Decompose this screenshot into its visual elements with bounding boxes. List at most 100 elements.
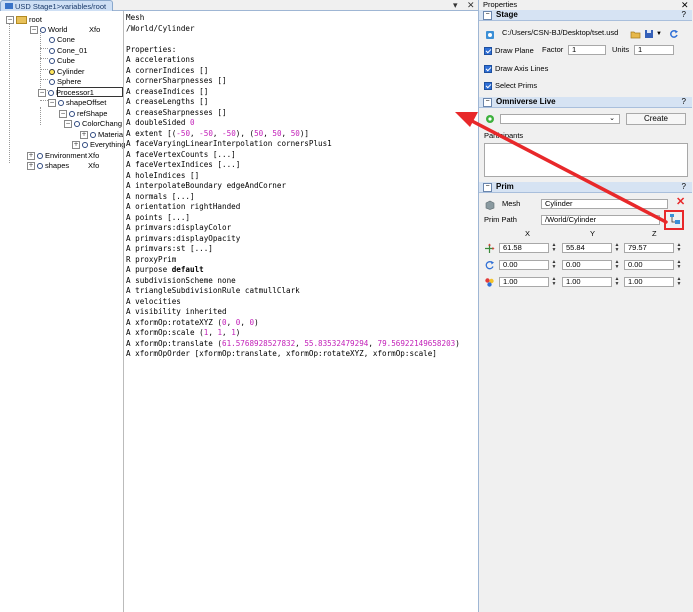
properties-close-icon[interactable]: ✕	[681, 0, 689, 10]
tree-item-label: root	[29, 15, 42, 24]
tree-item-colorchang[interactable]: − ColorChang	[64, 119, 122, 129]
collapse-toggle-icon[interactable]: −	[59, 110, 67, 118]
tree-item-type-suffix: Xfo	[89, 25, 101, 34]
copy-path-icon[interactable]	[669, 213, 681, 225]
select-prims-label: Select Prims	[495, 81, 538, 90]
tree-item-cube[interactable]: Cube	[49, 56, 75, 66]
save-icon[interactable]	[644, 29, 654, 39]
omniverse-section-header[interactable]: − Omniverse Live ?	[479, 97, 692, 108]
tree-item-label: Everything	[90, 140, 126, 149]
help-icon[interactable]: ?	[682, 10, 686, 20]
prim-icon	[74, 121, 80, 127]
property-line: Mesh	[126, 13, 145, 22]
select-prims-row[interactable]: Select Prims	[484, 81, 537, 91]
rotate-z-input[interactable]: 0.00	[624, 260, 674, 270]
prim-name-input[interactable]: Cylinder	[541, 199, 668, 209]
draw-plane-label: Draw Plane	[495, 46, 534, 55]
spin-arrows-icon[interactable]: ▲ ▼	[551, 260, 557, 270]
tree-item-label: Cone_01	[57, 46, 88, 55]
translate-x-input[interactable]: 61.58	[499, 243, 549, 253]
prim-icon	[69, 111, 75, 117]
select-prims-checkbox[interactable]	[484, 82, 492, 90]
spin-arrows-icon[interactable]: ▲ ▼	[676, 277, 682, 287]
tree-item-cone_01[interactable]: Cone_01	[49, 46, 87, 56]
chevron-down-icon: ⌄	[609, 115, 615, 122]
collapse-toggle-icon[interactable]: −	[38, 89, 46, 97]
close-tab-icon[interactable]: ✕	[467, 0, 475, 10]
collapse-toggle-icon[interactable]: −	[64, 120, 72, 128]
scale-z-input[interactable]: 1.00	[624, 277, 674, 287]
spin-arrows-icon[interactable]: ▲ ▼	[614, 243, 620, 253]
prim-icon	[49, 58, 55, 64]
tree-item-shapeoffset[interactable]: − shapeOffset	[48, 98, 106, 108]
property-line: A xformOpOrder [xformOp:translate, xform…	[126, 349, 437, 358]
property-line: A creaseLengths []	[126, 97, 209, 106]
participants-list[interactable]	[484, 143, 688, 177]
units-input[interactable]: 1	[634, 45, 674, 55]
tree-item-processor1[interactable]: − Processor1	[38, 88, 94, 98]
tree-item-cone[interactable]: Cone	[49, 35, 75, 45]
prim-icon	[48, 90, 54, 96]
tree-item-cylinder[interactable]: Cylinder	[49, 67, 85, 77]
spin-arrows-icon[interactable]: ▲ ▼	[676, 243, 682, 253]
rotate-y-input[interactable]: 0.00	[562, 260, 612, 270]
spin-arrows-icon[interactable]: ▲ ▼	[551, 277, 557, 287]
stage-path-field[interactable]: C:/Users/CSN-BJ/Desktop/tset.usd	[499, 29, 625, 39]
prim-info-text: Mesh/World/Cylinder Properties: A acceler…	[124, 11, 478, 612]
refresh-icon[interactable]	[669, 29, 679, 39]
stage-section-header[interactable]: − Stage ?	[479, 10, 692, 21]
expand-toggle-icon[interactable]: +	[80, 131, 88, 139]
spin-arrows-icon[interactable]: ▲ ▼	[614, 277, 620, 287]
tree-item-sphere[interactable]: Sphere	[49, 77, 81, 87]
collapse-toggle-icon[interactable]: −	[30, 26, 38, 34]
scale-y-input[interactable]: 1.00	[562, 277, 612, 287]
remove-prim-icon[interactable]: ✕	[676, 197, 685, 208]
expand-toggle-icon[interactable]: +	[72, 141, 80, 149]
draw-axis-checkbox[interactable]	[484, 65, 492, 73]
collapse-icon[interactable]: −	[483, 98, 492, 107]
tree-item-everything[interactable]: + Everything	[72, 140, 125, 150]
save-dropdown-icon[interactable]: ▼	[656, 29, 662, 39]
property-line: R proxyPrim	[126, 254, 177, 264]
create-button[interactable]: Create	[626, 113, 686, 125]
spin-arrows-icon[interactable]: ▲ ▼	[676, 260, 682, 270]
spin-arrows-icon[interactable]: ▲ ▼	[551, 243, 557, 253]
tree-item-shapes[interactable]: + shapes	[27, 161, 69, 171]
property-line: A triangleSubdivisionRule catmullClark	[126, 286, 300, 295]
collapse-toggle-icon[interactable]: −	[48, 99, 56, 107]
collapse-icon[interactable]: −	[483, 11, 492, 20]
tree-item-environment[interactable]: + Environment	[27, 151, 87, 161]
open-folder-icon[interactable]	[630, 29, 641, 39]
translate-z-input[interactable]: 79.57	[624, 243, 674, 253]
collapse-toggle-icon[interactable]: −	[6, 16, 14, 24]
help-icon[interactable]: ?	[682, 182, 686, 192]
tree-item-label: shapeOffset	[66, 98, 107, 107]
translate-icon	[485, 243, 495, 253]
draw-plane-checkbox-row[interactable]: Draw Plane	[484, 46, 534, 56]
help-icon[interactable]: ?	[682, 97, 686, 107]
translate-y-input[interactable]: 55.84	[562, 243, 612, 253]
rotate-x-input[interactable]: 0.00	[499, 260, 549, 270]
expand-toggle-icon[interactable]: +	[27, 152, 35, 160]
tree-item-refshape[interactable]: − refShape	[59, 109, 107, 119]
tree-item-root[interactable]: − root	[6, 15, 42, 25]
tree-item-world[interactable]: − World	[30, 25, 67, 35]
live-session-select[interactable]: ⌄	[500, 114, 620, 124]
factor-input[interactable]: 1	[568, 45, 606, 55]
prim-path-input[interactable]: /World/Cylinder	[541, 215, 660, 225]
tab-list-dropdown-icon[interactable]: ▾	[453, 0, 458, 10]
property-line: A extent [(-50, -50, -50), (50, 50, 50)]	[126, 128, 309, 138]
stage-tab[interactable]: USD Stage1>variables/root	[0, 0, 114, 11]
scale-x-input[interactable]: 1.00	[499, 277, 549, 287]
draw-axis-label: Draw Axis Lines	[495, 64, 549, 73]
spin-arrows-icon[interactable]: ▲ ▼	[614, 260, 620, 270]
tree-item-materia[interactable]: + Materia	[80, 130, 123, 140]
tree-item-label: Environment	[45, 151, 88, 160]
collapse-icon[interactable]: −	[483, 183, 492, 192]
prim-section-header[interactable]: − Prim ?	[479, 182, 692, 193]
tree-item-type-suffix: Xfo	[88, 161, 100, 170]
draw-axis-row[interactable]: Draw Axis Lines	[484, 64, 548, 74]
properties-title: Properties	[483, 0, 518, 9]
expand-toggle-icon[interactable]: +	[27, 162, 35, 170]
draw-plane-checkbox[interactable]	[484, 47, 492, 55]
